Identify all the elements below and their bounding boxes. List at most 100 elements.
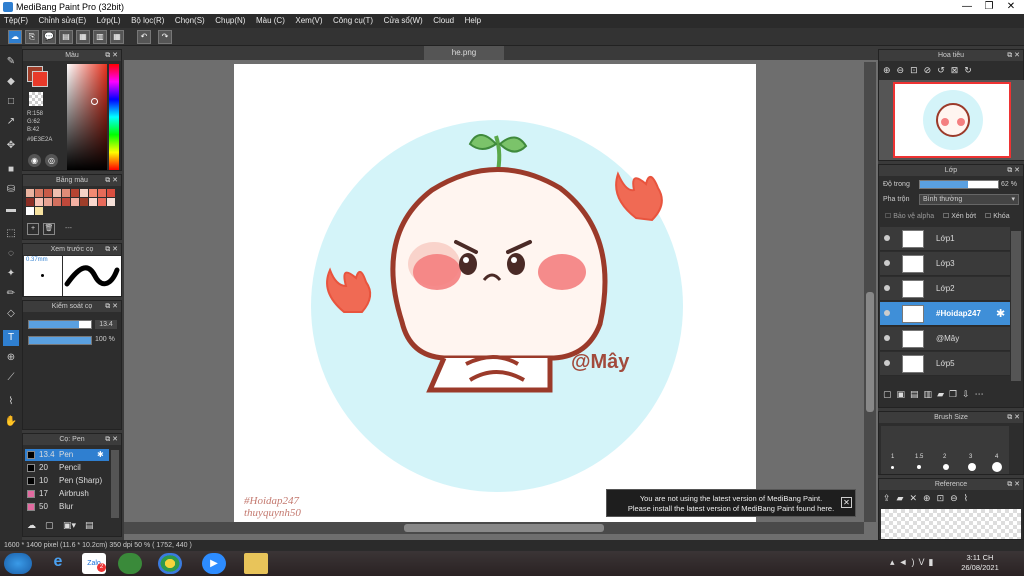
hand-tool-icon[interactable]: ✋ bbox=[3, 414, 19, 430]
open-folder-icon[interactable]: ▰ bbox=[897, 493, 910, 503]
zoom-out-icon[interactable]: ⊖ bbox=[897, 65, 911, 75]
horizontal-scrollbar[interactable] bbox=[124, 522, 864, 534]
brush-tool-icon[interactable]: ✎ bbox=[3, 54, 19, 70]
brush-list-scrollbar[interactable] bbox=[111, 450, 119, 518]
brush-size-value[interactable]: 13.4 bbox=[95, 320, 117, 329]
panel-close-icon[interactable]: ⧉ ✕ bbox=[105, 50, 118, 61]
brush-size-slider[interactable] bbox=[28, 320, 92, 329]
eraser-tool-icon[interactable]: ◆ bbox=[3, 74, 19, 90]
clipping-checkbox[interactable]: ☐ bbox=[943, 213, 951, 220]
panel-close-icon[interactable]: ⧉ ✕ bbox=[1007, 50, 1020, 61]
lasso-tool-icon[interactable]: ◌ bbox=[3, 246, 19, 262]
gear-icon[interactable]: ✱ bbox=[996, 307, 1005, 320]
zoom-app-icon[interactable]: ▶ bbox=[202, 553, 226, 574]
layer-menu-icon[interactable]: ⋯ bbox=[975, 389, 989, 399]
layer-row[interactable]: Lớp5 bbox=[880, 352, 1010, 376]
start-button[interactable] bbox=[4, 553, 32, 574]
panel-close-icon[interactable]: ⧉ ✕ bbox=[105, 175, 118, 186]
select-pen-icon[interactable]: ✏ bbox=[3, 286, 19, 302]
text-tool-icon[interactable]: T bbox=[3, 330, 19, 346]
navigator-viewport[interactable] bbox=[893, 82, 1011, 158]
minimize-button[interactable]: — bbox=[956, 0, 978, 14]
palette-add-icon[interactable]: + bbox=[27, 223, 39, 235]
zalo-icon[interactable]: Zalo 2 bbox=[82, 553, 106, 574]
panel-close-icon[interactable]: ⧉ ✕ bbox=[105, 434, 118, 445]
move-tool-icon[interactable]: ✥ bbox=[3, 138, 19, 154]
bucket-tool-icon[interactable]: ⛁ bbox=[3, 182, 19, 198]
select-tool-icon[interactable]: ⬚ bbox=[3, 226, 19, 242]
eyedropper-icon[interactable]: ⌇ bbox=[964, 493, 974, 503]
tray-expand-icon[interactable]: ▴ bbox=[890, 557, 899, 567]
reference-canvas[interactable] bbox=[881, 509, 1021, 539]
internet-explorer-icon[interactable]: e bbox=[46, 553, 70, 574]
speech-icon[interactable]: 💬 bbox=[42, 30, 56, 44]
gear-icon[interactable]: ✱ bbox=[97, 449, 104, 461]
add-brush-icon[interactable]: ▢ bbox=[45, 520, 57, 532]
correction-tool-icon[interactable]: ↗ bbox=[3, 114, 19, 130]
panel-close-icon[interactable]: ⧉ ✕ bbox=[1007, 479, 1020, 490]
magic-wand-icon[interactable]: ✦ bbox=[3, 266, 19, 282]
visibility-icon[interactable] bbox=[884, 260, 890, 266]
maximize-button[interactable]: ❐ bbox=[978, 0, 1000, 14]
panel-close-icon[interactable]: ⧉ ✕ bbox=[1007, 412, 1020, 423]
protect-alpha-checkbox[interactable]: ☐ bbox=[885, 213, 893, 220]
brush-item-pencil[interactable]: 20 Pencil bbox=[25, 462, 109, 474]
visibility-icon[interactable] bbox=[884, 310, 890, 316]
color-wheel-icon[interactable]: ◉ bbox=[28, 154, 41, 167]
frame-icon[interactable]: ▦ bbox=[76, 30, 90, 44]
divide-tool-icon[interactable]: ⟋ bbox=[3, 370, 19, 386]
cloud-brush-icon[interactable]: ☁ bbox=[27, 520, 39, 532]
menu-filter[interactable]: Bộ lọc(R) bbox=[127, 14, 168, 28]
close-reference-icon[interactable]: ✕ bbox=[909, 493, 923, 503]
canvas-paper[interactable]: @Mây #Hoidap247 thuyquynh50 bbox=[234, 64, 756, 522]
redo-icon[interactable]: ↷ bbox=[158, 30, 172, 44]
layer-list-scrollbar[interactable] bbox=[1011, 231, 1021, 381]
menu-select[interactable]: Chọn(S) bbox=[171, 14, 209, 28]
blend-mode-select[interactable]: Bình thường ▾ bbox=[919, 194, 1019, 205]
hue-slider[interactable] bbox=[109, 64, 119, 170]
upload-icon[interactable]: ⇪ bbox=[883, 493, 897, 503]
rectangle-tool-icon[interactable]: □ bbox=[3, 94, 19, 110]
zoom-reset-icon[interactable]: ⊘ bbox=[924, 65, 938, 75]
zoom-in-icon[interactable]: ⊕ bbox=[923, 493, 937, 503]
notice-close-icon[interactable]: ✕ bbox=[841, 497, 852, 508]
vertical-scrollbar[interactable] bbox=[864, 62, 876, 522]
saturation-value-picker[interactable] bbox=[67, 64, 107, 170]
new-layer-icon[interactable]: ▢ bbox=[883, 389, 897, 399]
palette-swatches[interactable] bbox=[26, 189, 115, 215]
cloud-icon[interactable]: ☁ bbox=[8, 30, 22, 44]
lock-checkbox[interactable]: ☐ bbox=[985, 213, 993, 220]
gradient-tool-icon[interactable]: ▬ bbox=[3, 202, 19, 218]
operation-tool-icon[interactable]: ⊕ bbox=[3, 350, 19, 366]
network-icon[interactable]: ▮ bbox=[928, 557, 937, 567]
coccoc-icon[interactable] bbox=[118, 553, 142, 574]
vertical-scroll-thumb[interactable] bbox=[866, 292, 874, 412]
new-halftone-layer-icon[interactable]: ▣ bbox=[897, 389, 911, 399]
layer-row[interactable]: Lớp3 bbox=[880, 252, 1010, 276]
new-layer-8bit-icon[interactable]: ▤ bbox=[910, 389, 924, 399]
panel-icon[interactable]: ▥ bbox=[93, 30, 107, 44]
chrome-icon[interactable] bbox=[158, 553, 182, 574]
panel-close-icon[interactable]: ⧉ ✕ bbox=[105, 301, 118, 312]
brush-item-blur[interactable]: 50 Blur bbox=[25, 501, 109, 513]
color-picker-icon[interactable]: ◎ bbox=[45, 154, 58, 167]
layer-opacity-slider[interactable] bbox=[919, 180, 999, 189]
menu-help[interactable]: Help bbox=[461, 14, 485, 28]
brush-item-airbrush[interactable]: 17 Airbrush bbox=[25, 488, 109, 500]
navigator-preview[interactable] bbox=[879, 80, 1024, 160]
grid-icon[interactable]: ▦ bbox=[110, 30, 124, 44]
panel-close-icon[interactable]: ⧉ ✕ bbox=[1007, 165, 1020, 176]
update-notice[interactable]: You are not using the latest version of … bbox=[606, 489, 856, 517]
fill-shape-icon[interactable]: ■ bbox=[3, 162, 19, 178]
file-explorer-icon[interactable] bbox=[244, 553, 268, 574]
rotate-right-icon[interactable]: ↻ bbox=[964, 65, 978, 75]
fit-icon[interactable]: ⊡ bbox=[910, 65, 924, 75]
menu-cloud[interactable]: Cloud bbox=[429, 14, 458, 28]
brush-item-pen[interactable]: 13.4 Pen ✱ bbox=[25, 449, 109, 461]
visibility-icon[interactable] bbox=[884, 335, 890, 341]
brush-opacity-slider[interactable] bbox=[28, 336, 92, 345]
zoom-out-icon[interactable]: ⊖ bbox=[950, 493, 964, 503]
document-tab[interactable]: he.png bbox=[424, 46, 504, 60]
menu-tools[interactable]: Công cụ(T) bbox=[329, 14, 377, 28]
folder-icon[interactable]: ▰ bbox=[937, 389, 949, 399]
